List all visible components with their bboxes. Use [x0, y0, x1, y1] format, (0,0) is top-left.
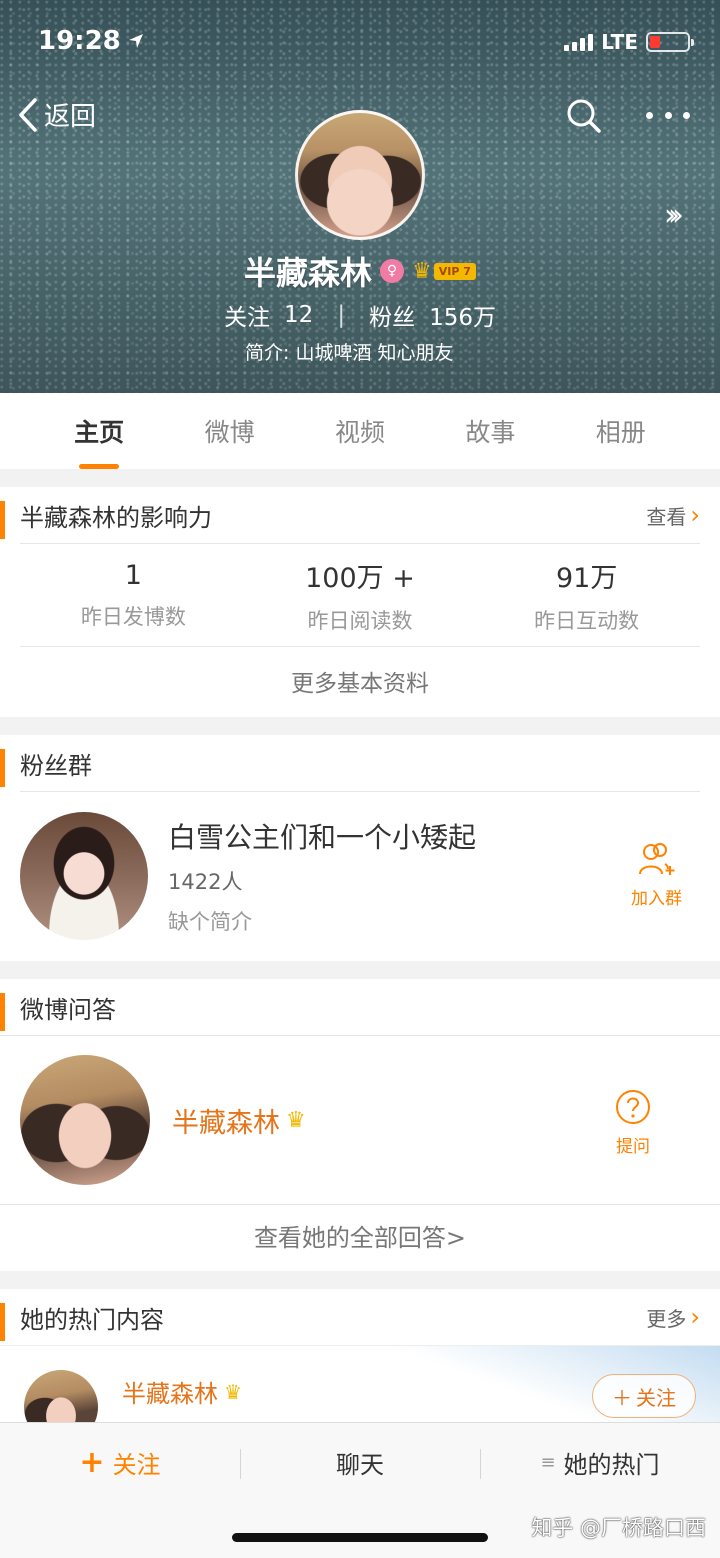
metric-value: 91万: [556, 562, 618, 594]
tab-weibo[interactable]: 微博: [180, 413, 280, 449]
more-profile-link[interactable]: 更多基本资料: [0, 647, 720, 715]
hot-post-author[interactable]: 半藏森林 ♛: [122, 1374, 242, 1409]
chevron-left-icon: [19, 97, 37, 132]
back-label: 返回: [44, 102, 97, 132]
fan-group-item[interactable]: 白雪公主们和一个小矮起 1422人 缺个简介 加入群: [0, 792, 720, 960]
plus-icon: +: [79, 1444, 105, 1480]
search-icon[interactable]: [566, 98, 602, 134]
crown-icon: ♛: [286, 1107, 306, 1133]
network-label: LTE: [601, 30, 638, 54]
follow-small-button[interactable]: ＋ 关注: [592, 1374, 696, 1418]
triple-chevron-icon[interactable]: ›››: [664, 198, 684, 233]
back-button[interactable]: 返回: [18, 96, 96, 133]
fan-group-title: 粉丝群: [20, 751, 92, 780]
group-info: 白雪公主们和一个小矮起 1422人 缺个简介: [168, 816, 476, 936]
metric-interactions: 91万 昨日互动数: [473, 544, 700, 646]
metric-label: 昨日互动数: [534, 608, 640, 633]
female-icon: ♀: [380, 259, 405, 283]
following-count[interactable]: 12: [284, 302, 313, 328]
hot-title: 她的热门内容: [20, 1305, 164, 1334]
plus-icon: ＋: [612, 1385, 632, 1410]
profile-name: 半藏森林: [244, 254, 373, 292]
qa-profile-row[interactable]: 半藏森林 ♛ 提问: [0, 1036, 720, 1204]
group-description: 缺个简介: [168, 910, 252, 934]
hot-more-link[interactable]: 更多 ›: [646, 1303, 700, 1332]
join-group-button[interactable]: 加入群: [631, 842, 682, 909]
her-hot-button[interactable]: ≡ 她的热门: [480, 1445, 720, 1480]
metric-reads: 100万 + 昨日阅读数: [247, 544, 474, 646]
group-member-count: 1422人: [168, 870, 243, 894]
add-group-icon: [638, 843, 674, 875]
hot-more-label: 更多: [646, 1306, 687, 1331]
follow-small-label: 关注: [636, 1385, 676, 1410]
menu-lines-icon: ≡: [540, 1451, 556, 1473]
chat-label: 聊天: [336, 1450, 384, 1479]
battery-icon: [646, 32, 694, 52]
fan-group-card: 粉丝群 白雪公主们和一个小矮起 1422人 缺个简介 加入群: [0, 735, 720, 961]
tab-album[interactable]: 相册: [571, 413, 671, 449]
vip-level: VIP 7: [433, 262, 476, 280]
chat-button[interactable]: 聊天: [240, 1445, 480, 1480]
metric-label: 昨日发博数: [80, 604, 186, 629]
influence-header: 半藏森林的影响力 查看 ›: [0, 487, 720, 543]
metric-label: 昨日阅读数: [307, 608, 413, 633]
group-avatar: [20, 812, 148, 940]
profile-page: 19:28 LTE 返回 ››› 半藏森林 ♀ ♛ VIP 7 关注 12 | …: [0, 0, 720, 1558]
qa-header: 微博问答: [0, 979, 720, 1035]
profile-bio: 简介: 山城啤酒 知心朋友: [245, 342, 454, 364]
influence-metrics: 1 昨日发博数 100万 + 昨日阅读数 91万 昨日互动数: [20, 544, 700, 646]
group-name: 白雪公主们和一个小矮起: [168, 821, 477, 854]
qa-avatar: [20, 1055, 150, 1185]
chevron-right-icon: ›: [690, 501, 700, 529]
ask-question-button[interactable]: 提问: [614, 1088, 652, 1157]
more-options-button[interactable]: [646, 108, 690, 122]
metric-value: 100万 +: [305, 562, 415, 594]
qa-name: 半藏森林 ♛: [172, 1101, 306, 1140]
status-right: LTE: [564, 30, 694, 54]
fan-group-header: 粉丝群: [0, 735, 720, 791]
vip-badge[interactable]: ♛ VIP 7: [412, 259, 476, 284]
influence-view-label: 查看: [646, 504, 687, 529]
question-icon: [616, 1090, 650, 1124]
following-label[interactable]: 关注: [224, 298, 270, 332]
hot-content-card: 她的热门内容 更多 › 半藏森林 ♛ ＋ 关注: [0, 1289, 720, 1429]
weibo-qa-card: 微博问答 半藏森林 ♛ 提问 查看她的全部回答>: [0, 979, 720, 1271]
influence-title: 半藏森林的影响力: [20, 503, 212, 532]
hot-post-item[interactable]: 半藏森林 ♛ ＋ 关注: [0, 1345, 720, 1429]
crown-icon: ♛: [224, 1379, 242, 1404]
fans-count[interactable]: 156万: [429, 298, 496, 332]
tab-home[interactable]: 主页: [49, 413, 149, 469]
home-indicator[interactable]: [232, 1533, 488, 1542]
metric-value: 1: [124, 559, 142, 591]
profile-tabs: 主页 微博 视频 故事 相册: [0, 393, 720, 469]
follow-label: 关注: [112, 1450, 161, 1479]
join-group-label: 加入群: [631, 889, 682, 909]
follow-button[interactable]: + 关注: [0, 1445, 240, 1480]
metric-posts: 1 昨日发博数: [20, 544, 247, 646]
her-hot-label: 她的热门: [563, 1450, 660, 1479]
hot-header: 她的热门内容 更多 ›: [0, 1289, 720, 1345]
qa-title: 微博问答: [20, 995, 116, 1024]
chevron-right-icon: ›: [690, 1303, 700, 1331]
profile-name-row: 半藏森林 ♀ ♛ VIP 7: [0, 248, 720, 294]
follow-stats: 关注 12 | 粉丝 156万: [0, 298, 720, 332]
location-icon: [128, 34, 143, 48]
hot-post-author-label: 半藏森林: [122, 1380, 218, 1408]
tab-stories[interactable]: 故事: [440, 413, 540, 449]
qa-name-label: 半藏森林: [172, 1107, 280, 1139]
profile-header: 19:28 LTE 返回 ››› 半藏森林 ♀ ♛ VIP 7 关注 12 | …: [0, 0, 720, 393]
status-time: 19:28: [38, 26, 145, 56]
profile-avatar[interactable]: [295, 110, 425, 240]
influence-card: 半藏森林的影响力 查看 › 1 昨日发博数 100万 + 昨日阅读数 91万 昨…: [0, 487, 720, 717]
ask-question-label: 提问: [616, 1137, 650, 1157]
hot-post-avatar[interactable]: [24, 1370, 98, 1429]
signal-icon: [564, 33, 594, 51]
view-all-answers-link[interactable]: 查看她的全部回答>: [0, 1204, 720, 1266]
tab-video[interactable]: 视频: [310, 413, 410, 449]
fans-label[interactable]: 粉丝: [369, 298, 415, 332]
influence-view-link[interactable]: 查看 ›: [646, 501, 700, 530]
stats-divider: |: [337, 302, 346, 328]
watermark: 知乎 @厂桥路口西: [531, 1516, 706, 1540]
crown-icon: ♛: [412, 258, 432, 284]
